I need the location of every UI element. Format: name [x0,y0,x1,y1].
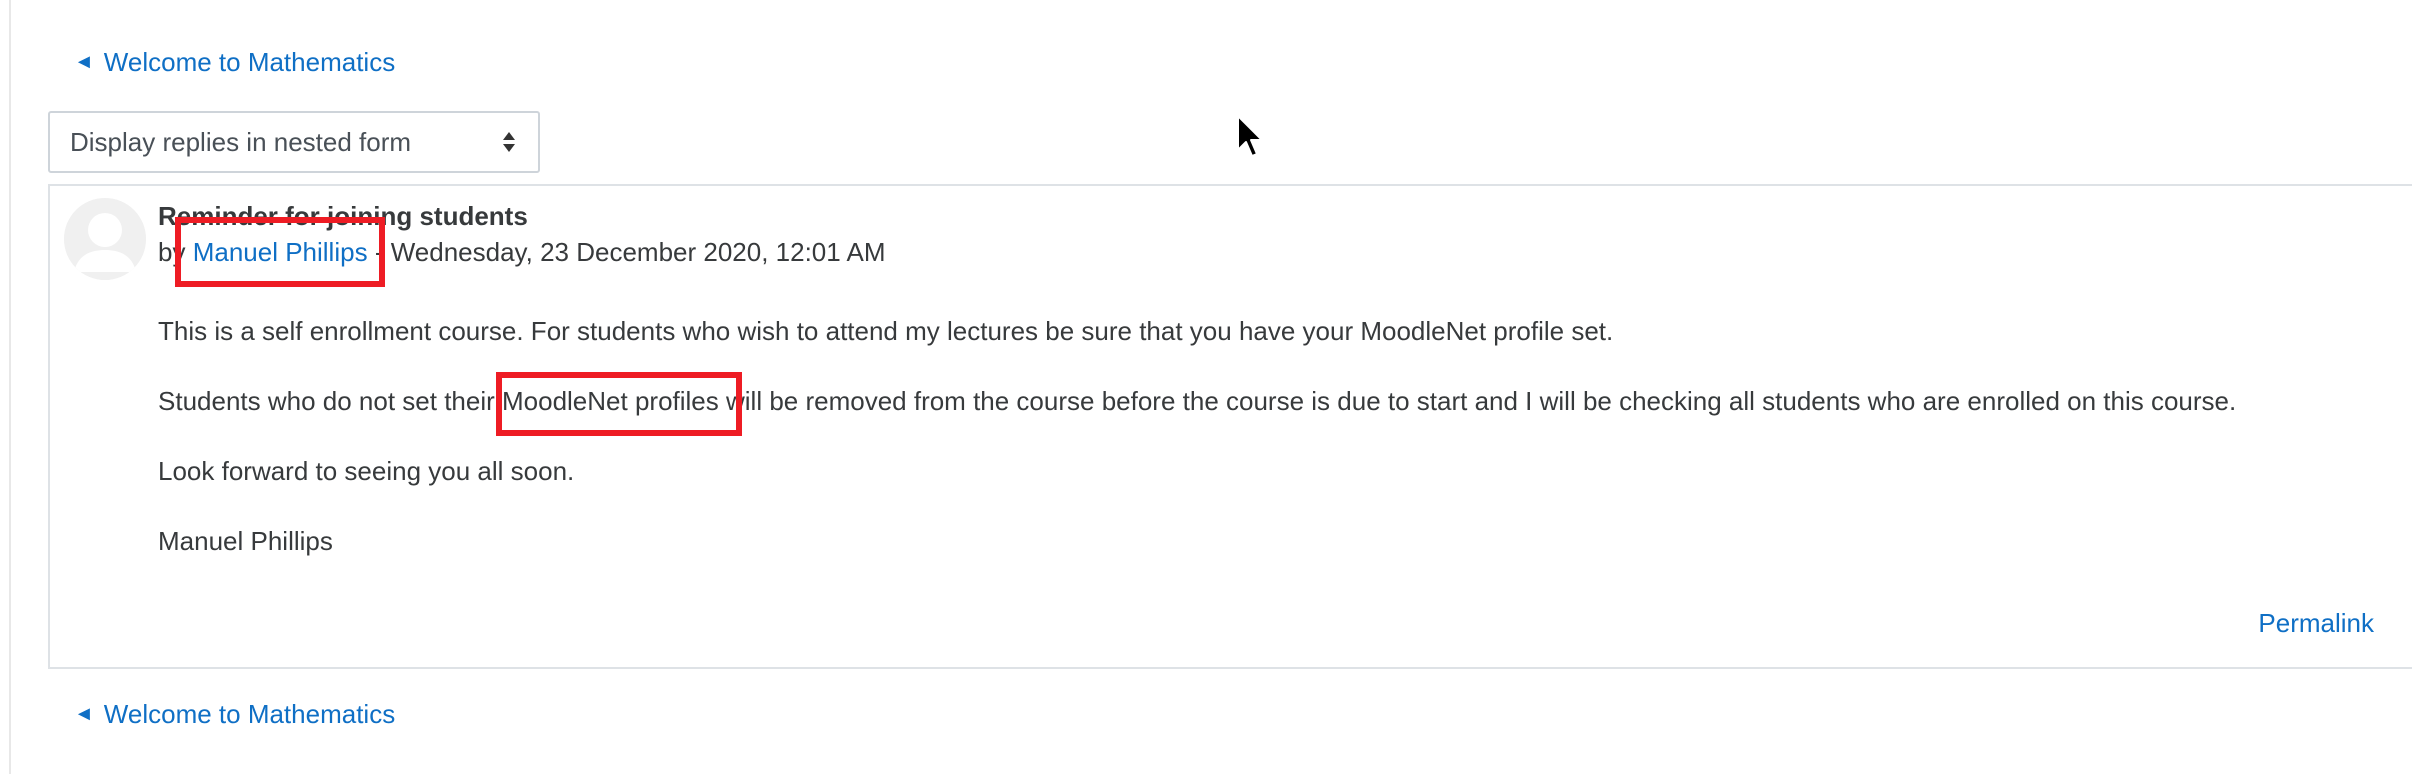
post-signature: Manuel Phillips [158,526,333,556]
post-paragraph: This is a self enrollment course. For st… [158,316,1614,346]
discussion-page: ◄ Welcome to Mathematics Display replies… [0,0,2412,774]
author-link[interactable]: Manuel Phillips [193,237,368,267]
user-avatar[interactable] [64,198,146,280]
display-mode-select[interactable]: Display replies in nested form [48,111,540,173]
select-updown-icon [503,132,515,152]
post-subject: Reminder for joining students [158,201,528,231]
page-left-border [9,0,11,774]
post-date: Wednesday, 23 December 2020, 12:01 AM [390,237,886,267]
default-user-icon [64,198,146,280]
left-arrow-icon: ◄ [74,703,94,725]
back-link-label: Welcome to Mathematics [103,47,396,77]
post-byline: by Manuel Phillips - Wednesday, 23 Decem… [158,237,886,268]
byline-separator: - [374,237,384,267]
permalink-link[interactable]: Permalink [2258,608,2374,639]
back-to-discussion-link-top[interactable]: ◄ Welcome to Mathematics [74,47,395,78]
mouse-pointer-icon [1237,115,1263,157]
left-arrow-icon: ◄ [74,51,94,73]
back-to-discussion-link-bottom[interactable]: ◄ Welcome to Mathematics [74,699,395,730]
display-mode-selected-value: Display replies in nested form [70,126,412,157]
post-content: This is a self enrollment course. For st… [158,316,2236,557]
byline-prefix: by [158,237,186,267]
back-link-label: Welcome to Mathematics [103,699,396,729]
forum-post: Reminder for joining students by Manuel … [48,184,2412,669]
post-paragraph: Students who do not set their MoodleNet … [158,386,2237,416]
post-paragraph: Look forward to seeing you all soon. [158,456,575,486]
